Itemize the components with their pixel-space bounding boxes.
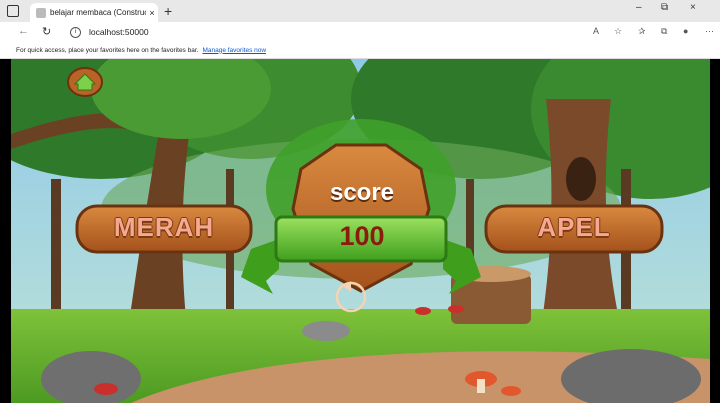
replay-button[interactable] [332,278,370,316]
more-options-icon[interactable]: ⋯ [705,26,714,37]
read-aloud-icon[interactable]: A [593,26,599,36]
close-window-button[interactable]: × [690,2,696,13]
tab-title: belajar membaca (Construct [50,8,146,17]
minimize-button[interactable]: – [636,2,642,13]
favorite-star-icon[interactable]: ☆ [614,26,622,37]
left-word-label: MERAH [113,211,215,242]
home-button[interactable] [67,67,103,97]
right-word-label: APEL [537,211,611,242]
site-info-icon[interactable]: i [70,26,81,38]
collections-icon[interactable]: ⧉ [661,26,667,37]
left-word-sign[interactable]: MERAH [74,203,254,251]
refresh-icon[interactable]: ↻ [42,25,51,38]
score-label: score [329,179,395,206]
game-canvas[interactable]: MERAH APEL score 100 [11,59,710,403]
tab-bar: belajar membaca (Construct × + – ⧉ × [0,0,720,22]
back-icon[interactable]: ← [18,25,29,37]
profile-avatar[interactable]: ● [683,26,688,36]
tab-close-icon[interactable]: × [146,8,158,18]
tab-actions-icon[interactable] [7,5,19,17]
favorites-icon[interactable]: ✰ [638,26,646,37]
right-word-sign[interactable]: APEL [483,203,665,251]
favorites-message: For quick access, place your favorites h… [16,46,199,54]
address-field[interactable]: i localhost:50000 [70,25,570,39]
score-value: 100 [339,221,385,251]
favorites-bar: For quick access, place your favorites h… [0,42,720,59]
tab-active[interactable]: belajar membaca (Construct × [30,3,158,22]
new-tab-button[interactable]: + [164,3,172,19]
page-favicon-icon [36,7,46,18]
url-text: localhost:50000 [89,27,149,37]
manage-favorites-link[interactable]: Manage favorites now [202,47,266,54]
browser-chrome: belajar membaca (Construct × + – ⧉ × ← ↻… [0,0,720,59]
restore-button[interactable]: ⧉ [661,2,668,13]
